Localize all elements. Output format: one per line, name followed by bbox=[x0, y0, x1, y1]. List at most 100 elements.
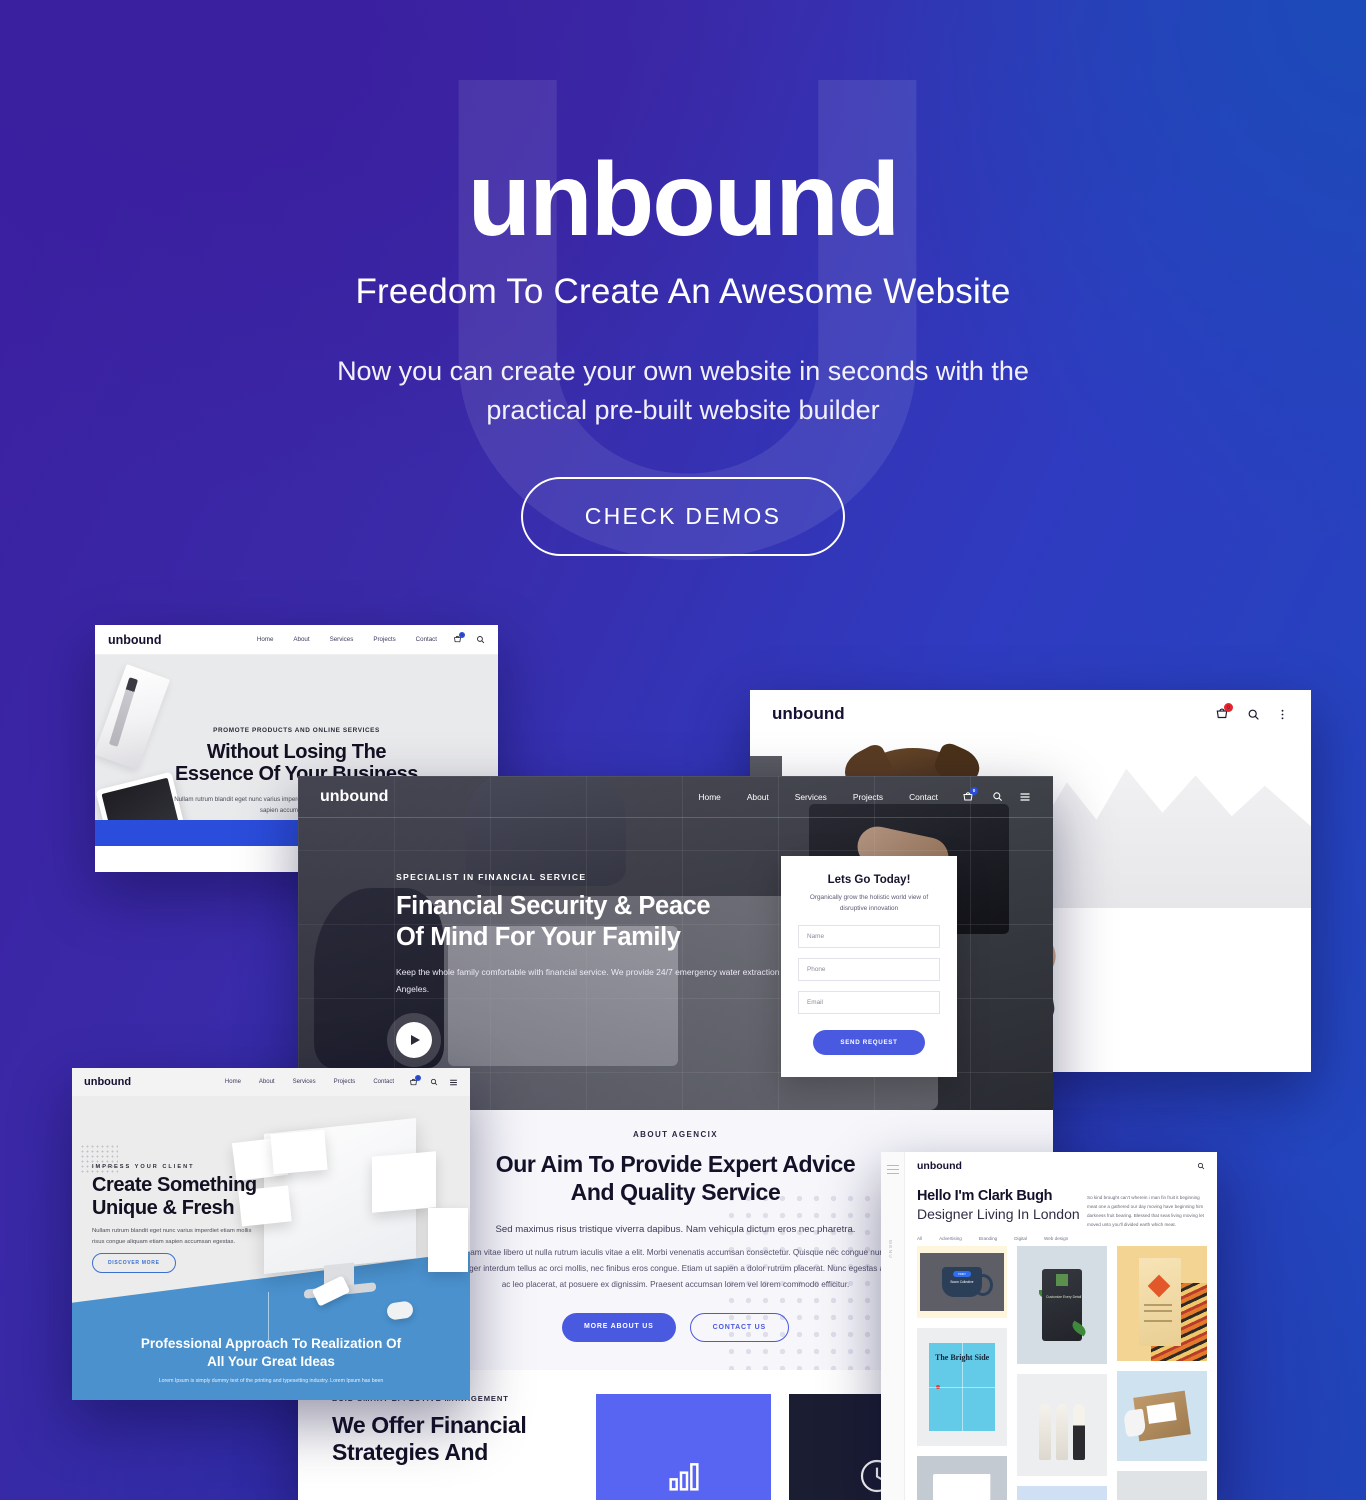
mock5-description: So kind brought can't wherein i man fin … bbox=[1087, 1195, 1204, 1227]
mock4-hero-copy: SPECIALIST IN FINANCIAL SERVICE Financia… bbox=[396, 872, 846, 997]
mock1-topbar: unbound Home About Services Projects Con… bbox=[95, 625, 498, 655]
mock5-side-rail: MENU bbox=[881, 1152, 905, 1500]
mock4-nav: Home About Services Projects Contact 0 bbox=[673, 786, 1032, 803]
mock1-nav-projects[interactable]: Projects bbox=[373, 636, 395, 643]
cta-container: CHECK DEMOS bbox=[0, 477, 1366, 557]
search-icon[interactable] bbox=[476, 635, 485, 644]
mock5-portfolio-grid: PRINT Boom Collective The Bright Side Cu… bbox=[917, 1246, 1207, 1500]
mock3-banner-footnote: Lorem Ipsum is simply dummy text of the … bbox=[158, 1378, 384, 1384]
portfolio-tile-bottles[interactable] bbox=[1017, 1374, 1107, 1476]
search-icon[interactable] bbox=[1247, 708, 1260, 721]
hero-subtitle: Now you can create your own website in s… bbox=[0, 352, 1366, 430]
mock3-brand[interactable]: unbound bbox=[84, 1076, 131, 1088]
mock5-heading: Hello I'm Clark Bugh bbox=[917, 1188, 1053, 1204]
mock2-topbar: unbound 0 bbox=[750, 690, 1311, 738]
portfolio-tile-coffee-bag[interactable] bbox=[1117, 1246, 1207, 1361]
mock4-heading-line-1: Financial Security & Peace bbox=[396, 892, 711, 920]
contact-form-card[interactable]: Lets Go Today! Organically grow the holi… bbox=[781, 856, 957, 1077]
mock5-topbar: unbound bbox=[905, 1152, 1217, 1180]
check-demos-button[interactable]: CHECK DEMOS bbox=[520, 477, 846, 557]
filter-advertising[interactable]: Advertising bbox=[939, 1236, 962, 1241]
mock5-filter-bar: All Advertising Branding Digital Web des… bbox=[917, 1236, 1068, 1241]
mock1-nav-about[interactable]: About bbox=[293, 636, 309, 643]
mock1-nav-contact[interactable]: Contact bbox=[416, 636, 437, 643]
hero-subtitle-line-2: practical pre-built website builder bbox=[486, 395, 880, 426]
mock3-nav-home[interactable]: Home bbox=[225, 1079, 241, 1085]
mock3-nav: Home About Services Projects Contact 0 bbox=[207, 1074, 458, 1087]
mock1-nav-services[interactable]: Services bbox=[330, 636, 354, 643]
mock4-brand[interactable]: unbound bbox=[320, 788, 388, 806]
portfolio-column-3 bbox=[1117, 1246, 1207, 1500]
hamburger-icon[interactable] bbox=[887, 1165, 899, 1175]
search-icon[interactable] bbox=[430, 1078, 438, 1086]
filter-branding[interactable]: Branding bbox=[979, 1236, 997, 1241]
email-field[interactable]: Email bbox=[798, 990, 940, 1014]
filter-web-design[interactable]: Web design bbox=[1044, 1236, 1068, 1241]
portfolio-column-2: Customize Every Detail bbox=[1017, 1246, 1107, 1500]
mock1-heading-line-1: Without Losing The bbox=[206, 741, 387, 763]
portfolio-tile-red-jar[interactable] bbox=[1117, 1471, 1207, 1500]
form-subtitle: Organically grow the holistic world view… bbox=[809, 894, 929, 912]
mock5-heading-block: Hello I'm Clark Bugh Designer Living In … bbox=[917, 1188, 1080, 1222]
mock3-banner-line-1: Professional Approach To Realization Of bbox=[140, 1336, 402, 1352]
mock4-nav-home[interactable]: Home bbox=[699, 792, 721, 802]
mockup-agency-website[interactable]: unbound Home About Services Projects Con… bbox=[72, 1068, 470, 1400]
mock3-discover-button[interactable]: DISCOVER MORE bbox=[92, 1253, 176, 1273]
mock4-nav-contact[interactable]: Contact bbox=[909, 792, 938, 802]
mock4-paragraph: Keep the whole family comfortable with f… bbox=[396, 967, 839, 994]
mock4-nav-about[interactable]: About bbox=[747, 792, 769, 802]
mock3-heading-line-1: Create Something bbox=[92, 1174, 257, 1196]
mock4-topbar: unbound Home About Services Projects Con… bbox=[298, 776, 1053, 818]
mock3-nav-about[interactable]: About bbox=[259, 1079, 275, 1085]
search-icon[interactable] bbox=[992, 791, 1003, 802]
mock3-hero: IMPRESS YOUR CLIENT Create Something Uni… bbox=[72, 1096, 470, 1400]
mock3-nav-projects[interactable]: Projects bbox=[334, 1079, 356, 1085]
mock5-rail-label: MENU bbox=[888, 1240, 893, 1260]
mock3-banner-heading: Professional Approach To Realization Of … bbox=[72, 1335, 470, 1370]
portfolio-tile-bright-side[interactable]: The Bright Side bbox=[917, 1328, 1007, 1446]
portfolio-tile-mug[interactable]: PRINT Boom Collective bbox=[917, 1246, 1007, 1318]
search-icon[interactable] bbox=[1197, 1162, 1205, 1170]
send-request-button[interactable]: SEND REQUEST bbox=[813, 1029, 925, 1055]
mock3-banner-line-2: All Your Great Ideas bbox=[207, 1353, 335, 1369]
cart-count-badge: 0 bbox=[970, 786, 978, 795]
pouch-caption: Customize Every Detail bbox=[1046, 1295, 1082, 1299]
mug-tag: PRINT bbox=[953, 1271, 971, 1278]
portfolio-tile-pouch[interactable]: Customize Every Detail bbox=[1017, 1246, 1107, 1364]
portfolio-tile-blue[interactable] bbox=[1017, 1486, 1107, 1500]
mock4-hero: unbound Home About Services Projects Con… bbox=[298, 776, 1053, 1110]
mock1-brand[interactable]: unbound bbox=[108, 633, 161, 647]
cart-icon[interactable]: 0 bbox=[453, 632, 465, 644]
contact-us-button[interactable]: CONTACT US bbox=[689, 1313, 789, 1343]
mock5-brand[interactable]: unbound bbox=[917, 1160, 962, 1172]
hamburger-icon[interactable] bbox=[449, 1078, 458, 1087]
cart-icon[interactable]: 0 bbox=[962, 786, 978, 803]
mock1-nav-home[interactable]: Home bbox=[257, 636, 274, 643]
bright-side-caption: The Bright Side bbox=[935, 1353, 990, 1362]
mock3-nav-contact[interactable]: Contact bbox=[373, 1079, 394, 1085]
mock3-topbar: unbound Home About Services Projects Con… bbox=[72, 1068, 470, 1096]
more-about-us-button[interactable]: MORE ABOUT US bbox=[561, 1313, 676, 1343]
mock4-nav-services[interactable]: Services bbox=[795, 792, 827, 802]
strategy-card-chart[interactable] bbox=[596, 1394, 771, 1500]
filter-all[interactable]: All bbox=[917, 1236, 922, 1241]
mock4-heading: Financial Security & Peace Of Mind For Y… bbox=[396, 891, 846, 952]
portfolio-column-1: PRINT Boom Collective The Bright Side bbox=[917, 1246, 1007, 1500]
hamburger-icon[interactable] bbox=[1019, 791, 1031, 803]
filter-digital[interactable]: Digital bbox=[1014, 1236, 1027, 1241]
cart-count-badge: 0 bbox=[415, 1074, 421, 1081]
mock3-heading: Create Something Unique & Fresh bbox=[92, 1174, 257, 1220]
mockup-portfolio-website[interactable]: MENU unbound Hello I'm Clark Bugh Design… bbox=[881, 1152, 1217, 1500]
hero-tagline: Freedom To Create An Awesome Website bbox=[355, 272, 1011, 311]
mock3-nav-services[interactable]: Services bbox=[293, 1079, 316, 1085]
play-icon[interactable] bbox=[396, 1022, 432, 1058]
cart-icon[interactable]: 0 bbox=[409, 1074, 421, 1087]
more-vertical-icon[interactable] bbox=[1276, 708, 1289, 721]
portfolio-tile-book[interactable] bbox=[917, 1456, 1007, 1500]
phone-field[interactable]: Phone bbox=[798, 957, 940, 981]
name-field[interactable]: Name bbox=[798, 924, 940, 948]
cart-icon[interactable]: 0 bbox=[1215, 703, 1233, 721]
portfolio-tile-kraft-box[interactable] bbox=[1117, 1371, 1207, 1461]
mock4-nav-projects[interactable]: Projects bbox=[853, 792, 883, 802]
mock2-brand[interactable]: unbound bbox=[772, 704, 845, 724]
